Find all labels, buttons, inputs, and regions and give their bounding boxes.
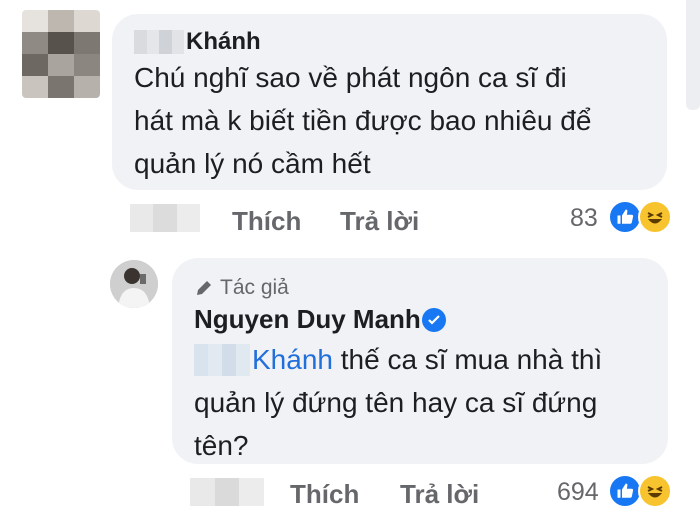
reply-button[interactable]: Trả lời: [340, 206, 419, 237]
reply-text-first: thế ca sĩ mua nhà thì: [332, 344, 603, 375]
haha-reaction-icon[interactable]: [638, 474, 672, 508]
comment-author[interactable]: Khánh: [186, 28, 261, 56]
like-reaction-icon[interactable]: [608, 474, 642, 508]
reply-line-1: Khánh thế ca sĩ mua nhà thì: [194, 338, 602, 381]
comment-text: Chú nghĩ sao về phát ngôn ca sĩ đi hát m…: [134, 56, 591, 185]
reply-bubble: Tác giả Nguyen Duy Manh Khánh thế ca sĩ …: [172, 258, 668, 464]
blurred-timestamp: [130, 204, 200, 232]
like-button[interactable]: Thích: [290, 479, 359, 510]
verified-badge-icon: [422, 308, 446, 332]
reaction-count[interactable]: 83: [570, 204, 598, 233]
blurred-author-name: [134, 30, 184, 54]
like-reaction-icon[interactable]: [608, 200, 642, 234]
reaction-count[interactable]: 694: [557, 478, 599, 507]
comment-line: Chú nghĩ sao về phát ngôn ca sĩ đi: [134, 62, 567, 93]
comment-bubble: Khánh Chú nghĩ sao về phát ngôn ca sĩ đi…: [112, 14, 667, 190]
reply-line: tên?: [194, 430, 249, 461]
haha-reaction-icon[interactable]: [638, 200, 672, 234]
pencil-icon: [197, 281, 211, 295]
blurred-timestamp: [190, 478, 264, 506]
reply-avatar[interactable]: [110, 260, 158, 308]
comment-line: hát mà k biết tiền được bao nhiêu để: [134, 105, 592, 136]
like-button[interactable]: Thích: [232, 206, 301, 237]
reply-line: quản lý đứng tên hay ca sĩ đứng: [194, 387, 598, 418]
scrollbar[interactable]: [686, 0, 700, 110]
mention-link[interactable]: Khánh: [252, 344, 333, 375]
reply-text: Khánh thế ca sĩ mua nhà thì quản lý đứng…: [194, 338, 602, 467]
avatar[interactable]: [22, 10, 100, 98]
comment-line: quản lý nó cầm hết: [134, 148, 371, 179]
reply-author[interactable]: Nguyen Duy Manh: [194, 304, 421, 335]
author-badge: Tác giả: [220, 276, 289, 299]
reply-button[interactable]: Trả lời: [400, 479, 479, 510]
